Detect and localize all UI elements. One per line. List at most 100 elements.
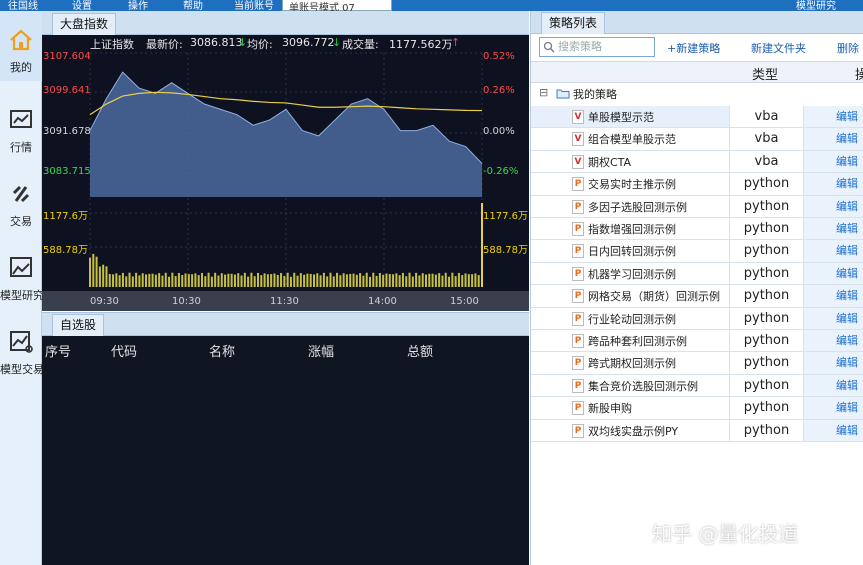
strategy-row[interactable]: P 集合竞价选股回测示例 python 编辑 [531,374,863,398]
sidebar-item-mine[interactable]: 我的 [0,11,42,81]
strategy-name-cell[interactable]: P 跨品种套利回测示例 [531,330,730,352]
strategy-name-cell[interactable]: P 集合竞价选股回测示例 [531,374,730,397]
edit-button[interactable]: 编辑 [804,218,863,240]
strategy-name-cell[interactable]: P 指数增强回测示例 [531,218,730,240]
volume-bar [448,276,451,287]
edit-button[interactable]: 编辑 [804,397,863,419]
strategy-name-cell[interactable]: P 新股申购 [531,397,730,419]
strategy-row[interactable]: P 双均线实盘示例PY python 编辑 [531,419,863,442]
strategy-name-cell[interactable]: P 行业轮动回测示例 [531,307,730,329]
strategy-name-cell[interactable]: V 组合模型单股示范 [531,128,730,150]
strategy-type: python [730,307,804,329]
edit-button[interactable]: 编辑 [804,419,863,441]
strategy-row[interactable]: P 多因子选股回测示例 python 编辑 [531,195,863,218]
edit-button[interactable]: 编辑 [804,352,863,374]
edit-button[interactable]: 编辑 [804,195,863,217]
strategy-name: 指数增强回测示例 [588,223,676,236]
watchlist-col-code[interactable]: 代码 [111,341,137,360]
strategy-name-cell[interactable]: P 多因子选股回测示例 [531,195,730,217]
watchlist-col-index[interactable]: 序号 [45,341,71,360]
volume-bar [372,272,375,287]
volume-bar [326,276,329,287]
collapse-icon[interactable]: ⊟ [539,86,548,99]
strategy-row[interactable]: P 日内回转回测示例 python 编辑 [531,240,863,263]
edit-button[interactable]: 编辑 [804,262,863,285]
volume-bar [89,257,91,287]
strategy-name-cell[interactable]: P 双均线实盘示例PY [531,419,730,441]
strategy-row[interactable]: V 期权CTA vba 编辑 [531,150,863,174]
edit-button[interactable]: 编辑 [804,240,863,262]
strategy-search-input[interactable]: 搜索策略 [539,37,655,57]
volume-bar [158,273,161,287]
sidebar-label-mine: 我的 [10,61,32,74]
menu-item-operate[interactable]: 操作 [128,0,148,11]
volume-bar [243,272,246,287]
watchlist-col-name[interactable]: 名称 [209,341,235,360]
strategy-name: 交易实时主推示例 [588,178,676,192]
edit-button[interactable]: 编辑 [804,128,863,150]
menu-item-help[interactable]: 帮助 [183,0,203,11]
tab-market-index[interactable]: 大盘指数 [52,13,117,35]
strategy-row[interactable]: P 新股申购 python 编辑 [531,397,863,420]
watchlist-col-amount[interactable]: 总额 [407,341,433,360]
edit-button[interactable]: 编辑 [804,173,863,195]
strategy-name-cell[interactable]: V 期权CTA [531,150,730,173]
volume-bar [313,274,315,287]
sidebar-label-trade: 交易 [10,215,32,228]
volume-bar [428,273,431,287]
volume-bar [375,275,378,287]
volume-bar [421,273,424,287]
strategy-row[interactable]: V 单股模型示范 vba 编辑 [531,106,863,129]
sidebar-item-research[interactable]: 模型研究 [0,239,44,309]
price-tick: 3099.641 [43,85,91,96]
volume-bar [349,273,352,287]
edit-button[interactable]: 编辑 [804,374,863,397]
strategy-row[interactable]: P 网格交易（期货）回测示例 python 编辑 [531,285,863,308]
strategy-row[interactable]: P 机器学习回测示例 python 编辑 [531,262,863,286]
strategy-name-cell[interactable]: P 跨式期权回测示例 [531,352,730,374]
strategy-name-cell[interactable]: P 机器学习回测示例 [531,262,730,285]
sidebar-item-trade[interactable]: 交易 [0,165,42,235]
volume-bar [296,275,299,287]
volume-bar [303,274,306,287]
new-folder-button[interactable]: 新建文件夹 [751,40,806,56]
account-select[interactable]: 单账号模式 07 [282,0,392,11]
strategy-name-cell[interactable]: P 日内回转回测示例 [531,240,730,262]
volume-bar [148,273,151,287]
strategy-row[interactable]: P 指数增强回测示例 python 编辑 [531,218,863,241]
strategy-row[interactable]: P 行业轮动回测示例 python 编辑 [531,307,863,330]
strategy-name: 期权CTA [588,155,632,169]
edit-button[interactable]: 编辑 [804,150,863,173]
strategy-name-cell[interactable]: V 单股模型示范 [531,106,730,128]
model-research-link[interactable]: 模型研究 [796,0,836,11]
edit-button[interactable]: 编辑 [804,330,863,352]
strategy-row[interactable]: P 跨式期权回测示例 python 编辑 [531,352,863,375]
menu-item-account[interactable]: 当前账号 [234,0,274,11]
edit-button[interactable]: 编辑 [804,285,863,307]
pct-tick: 0.26% [483,85,515,96]
volume-bar [355,274,358,287]
strategy-row[interactable]: V 组合模型单股示范 vba 编辑 [531,128,863,151]
volume-bar [197,275,200,287]
delete-button[interactable]: 删除 [837,40,859,56]
sidebar-item-model-trade[interactable]: 模型交易 [0,313,44,383]
volume-bar [257,272,259,287]
edit-button[interactable]: 编辑 [804,106,863,128]
index-name: 上证指数 [90,38,134,51]
sidebar-item-market[interactable]: 行情 [0,91,42,161]
down-arrow-icon: ↓ [332,36,342,49]
menu-item-0[interactable]: 往国线 [8,0,38,11]
folder-row[interactable]: ⊟ 我的策略 [531,83,863,105]
menu-item-settings[interactable]: 设置 [72,0,92,11]
tab-watchlist[interactable]: 自选股 [52,314,105,336]
watchlist-col-change[interactable]: 涨幅 [308,341,334,360]
tab-strategy-list[interactable]: 策略列表 [541,12,606,34]
strategy-name-cell[interactable]: P 网格交易（期货）回测示例 [531,285,730,307]
edit-button[interactable]: 编辑 [804,307,863,329]
new-strategy-button[interactable]: +新建策略 [667,40,720,56]
pct-tick: 0.52% [483,51,515,62]
strategy-row[interactable]: P 交易实时主推示例 python 编辑 [531,173,863,196]
strategy-row[interactable]: P 跨品种套利回测示例 python 编辑 [531,330,863,353]
search-placeholder: 搜索策略 [558,40,602,53]
strategy-name-cell[interactable]: P 交易实时主推示例 [531,173,730,195]
